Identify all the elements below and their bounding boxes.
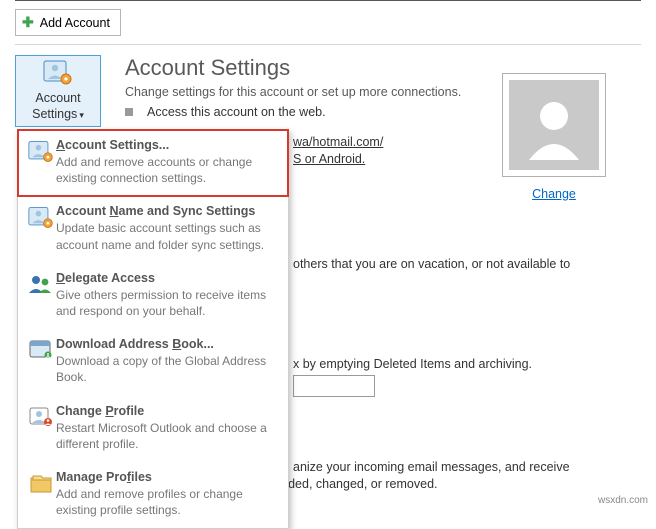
top-border bbox=[15, 0, 641, 1]
avatar bbox=[502, 73, 606, 177]
profile-icon bbox=[28, 406, 54, 428]
menu-desc: Add and remove profiles or change existi… bbox=[56, 486, 278, 518]
menu-name-sync-settings[interactable]: Account Name and Sync Settings Update ba… bbox=[18, 196, 288, 262]
change-avatar-link[interactable]: Change bbox=[532, 187, 576, 201]
owa-link[interactable]: wa/hotmail.com/ bbox=[293, 135, 383, 149]
account-settings-dropdown: Account Settings... Add and remove accou… bbox=[17, 129, 289, 529]
menu-title: Account Settings... bbox=[56, 138, 278, 152]
add-account-button[interactable]: ✚ Add Account bbox=[15, 9, 121, 36]
folders-icon bbox=[28, 472, 54, 494]
account-settings-ribbon-label: AccountSettings▾ bbox=[32, 90, 84, 123]
account-gear-icon bbox=[43, 60, 73, 86]
menu-title: Manage Profiles bbox=[56, 470, 278, 484]
rules-fragment-a: anize your incoming email messages, and … bbox=[293, 460, 570, 474]
chevron-down-icon: ▾ bbox=[79, 110, 84, 120]
address-book-icon bbox=[28, 339, 54, 361]
menu-title: Download Address Book... bbox=[56, 337, 278, 351]
account-gear-icon bbox=[28, 140, 54, 164]
menu-delegate-access[interactable]: Delegate Access Give others permission t… bbox=[18, 263, 288, 329]
bullet-icon bbox=[125, 108, 133, 116]
menu-manage-profiles[interactable]: Manage Profiles Add and remove profiles … bbox=[18, 462, 288, 528]
menu-desc: Update basic account settings such as ac… bbox=[56, 220, 278, 252]
menu-change-profile[interactable]: Change Profile Restart Microsoft Outlook… bbox=[18, 396, 288, 462]
textbox-outline bbox=[293, 375, 375, 397]
add-account-label: Add Account bbox=[40, 16, 110, 30]
menu-desc: Download a copy of the Global Address Bo… bbox=[56, 353, 278, 385]
watermark: wsxdn.com bbox=[598, 495, 648, 506]
menu-desc: Add and remove accounts or change existi… bbox=[56, 154, 278, 186]
menu-title: Account Name and Sync Settings bbox=[56, 204, 278, 218]
menu-title: Change Profile bbox=[56, 404, 278, 418]
menu-account-settings[interactable]: Account Settings... Add and remove accou… bbox=[18, 130, 288, 196]
menu-download-address-book[interactable]: Download Address Book... Download a copy… bbox=[18, 329, 288, 395]
menu-desc: Give others permission to receive items … bbox=[56, 287, 278, 319]
menu-title: Delegate Access bbox=[56, 271, 278, 285]
mailbox-cleanup-fragment: x by emptying Deleted Items and archivin… bbox=[293, 357, 532, 371]
vacation-text-fragment: others that you are on vacation, or not … bbox=[293, 257, 570, 271]
plus-icon: ✚ bbox=[22, 14, 34, 31]
menu-desc: Restart Microsoft Outlook and choose a d… bbox=[56, 420, 278, 452]
account-gear-icon bbox=[28, 206, 54, 230]
account-settings-ribbon-button[interactable]: AccountSettings▾ bbox=[15, 55, 101, 127]
mobile-app-link[interactable]: S or Android. bbox=[293, 152, 365, 166]
avatar-placeholder-icon bbox=[519, 90, 589, 160]
delegate-icon bbox=[28, 273, 54, 295]
bullet-text: Access this account on the web. bbox=[147, 105, 326, 119]
